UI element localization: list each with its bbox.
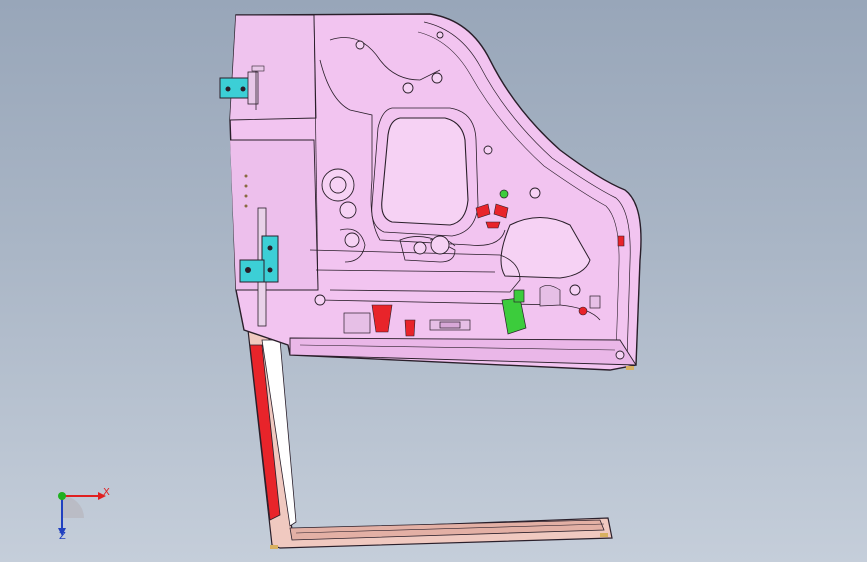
x-axis-label: X: [103, 487, 110, 498]
door-panel-model[interactable]: [0, 0, 867, 562]
graphics-viewport[interactable]: X Z: [0, 0, 867, 562]
z-axis-label: Z: [59, 531, 66, 542]
